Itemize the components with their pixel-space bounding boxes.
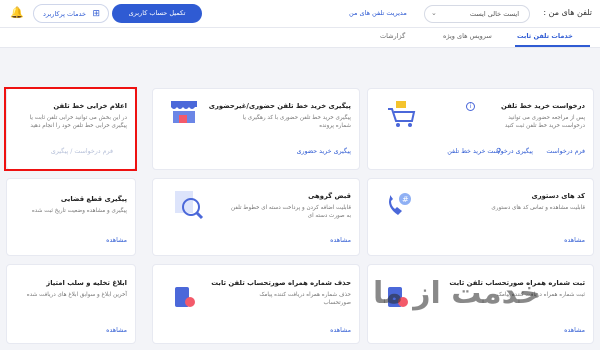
selected-number: ایست خالی ایست [469,10,519,18]
search-icon: ⚲ [496,147,502,155]
my-phones-label: تلفن های من : [543,8,592,17]
card-command-codes: کد های دستوری قابلیت مشاهده و تماس کد ها… [367,178,594,256]
view-link[interactable]: مشاهده [330,327,351,334]
bell-icon[interactable]: 🔔 [10,6,24,19]
card-title: کد های دستوری [531,192,585,200]
cart-icon [388,101,416,127]
watermark-logo: خدمت از ما [373,276,541,311]
card-title: قبض گروهی [308,192,351,200]
card-desc: پیگیری خرید خط تلفن حضوری با کد رهگیری ی… [242,115,351,129]
card-desc: قابلیت اضافه کردن و پرداخت دسته ای خطوط … [231,205,351,219]
card-desc: حذف شماره همراه دریافت کننده پیامک صورتح… [259,292,351,306]
card-legal-cutoff: پیگیری قطع قضایی پیگیری و مشاهده وضعیت ت… [6,178,136,256]
shop-icon [171,101,197,123]
search-bill-icon [175,191,204,220]
card-title: ابلاغ تخلیه و سلب امتیاز [46,279,127,287]
complete-account-button[interactable]: تکمیل حساب کاربری [112,4,202,23]
tab-special-services[interactable]: سرویس های ویژه [443,32,492,40]
info-icon[interactable]: i [466,102,475,111]
view-link[interactable]: مشاهده [564,327,585,334]
card-desc: پس از مراجعه حضوری می توانید درخواست خری… [504,115,585,129]
card-title: پیگیری قطع قضایی [60,195,127,203]
tab-reports[interactable]: گزارشات [380,32,405,40]
phone-icon: # [389,193,411,215]
card-title: پیگیری خرید خط تلفن حضوری/غیرحضوری [208,102,351,110]
view-link[interactable]: مشاهده [106,237,127,244]
track-inperson-link[interactable]: پیگیری خرید حضوری [297,148,351,155]
manage-numbers-link[interactable]: مدیریت تلفن های من [349,9,407,17]
card-group-bill: قبض گروهی قابلیت اضافه کردن و پرداخت دست… [152,178,360,256]
highlight-box [4,87,137,171]
grid-icon: ⊞ [92,9,100,19]
top-bar: تلفن های من : ایست خالی ایست ⌄ مدیریت تل… [0,0,600,28]
card-eviction-notice: ابلاغ تخلیه و سلب امتیاز آخرین ابلاغ و س… [6,264,136,344]
card-desc: پیگیری و مشاهده وضعیت تاریخ ثبت شده [31,208,127,214]
request-form-link[interactable]: فرم درخواست [546,148,585,155]
card-remove-mobile: حذف شماره همراه صورتحساب تلفن ثابت حذف ش… [152,264,360,344]
view-link[interactable]: مشاهده [564,237,585,244]
card-title: حذف شماره همراه صورتحساب تلفن ثابت [211,279,351,287]
phone-number-select[interactable]: ایست خالی ایست ⌄ [424,5,530,23]
track-buy-line-link[interactable]: پیگیری درخواست خرید خط تلفن [447,148,533,155]
tab-landline-services[interactable]: خدمات تلفن ثابت [517,32,573,40]
active-tab-indicator [515,45,590,47]
card-buy-line: i درخواست خرید خط تلفن پس از مراجعه حضور… [367,88,594,170]
card-desc: قابلیت مشاهده و تماس کد های دستوری [491,205,585,211]
view-link[interactable]: مشاهده [330,237,351,244]
popular-services-label: خدمات پرکاربرد [43,10,86,18]
card-desc: آخرین ابلاغ و سوابق ابلاغ های دریافت شده [26,292,127,298]
chevron-down-icon: ⌄ [431,9,437,17]
popular-services-button[interactable]: ⊞ خدمات پرکاربرد [33,4,109,23]
card-title: درخواست خرید خط تلفن [501,102,585,110]
phone-bill-icon [175,287,195,307]
card-track-purchase: پیگیری خرید خط تلفن حضوری/غیرحضوری پیگیر… [152,88,360,170]
svg-text:#: # [402,195,409,204]
service-tabs: خدمات تلفن ثابت سرویس های ویژه گزارشات [0,28,600,48]
view-link[interactable]: مشاهده [106,327,127,334]
